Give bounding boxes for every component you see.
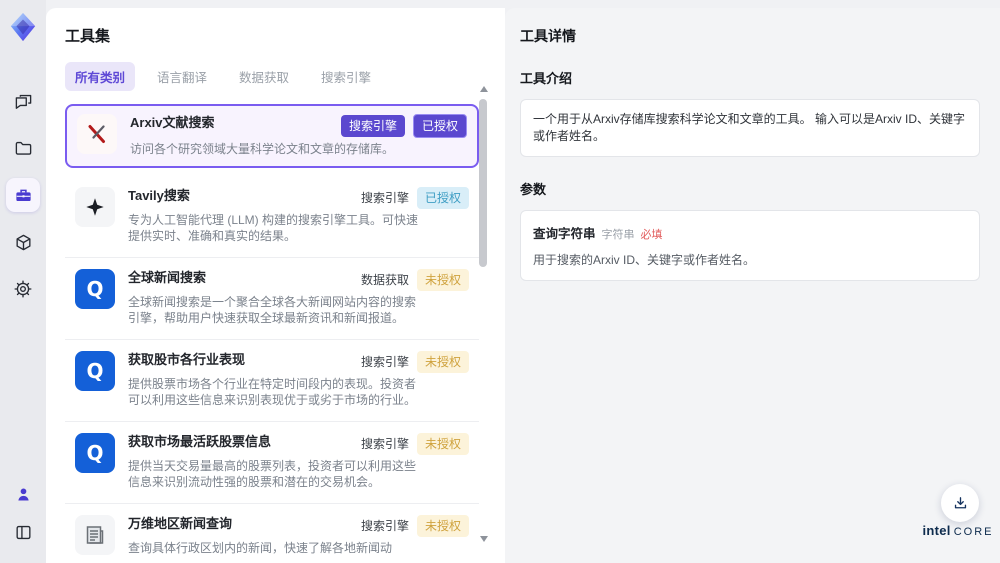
news-logo-icon: Q — [75, 268, 115, 309]
tool-name: 万维地区新闻查询 — [128, 515, 233, 531]
tool-name: Tavily搜索 — [128, 187, 190, 203]
param-required-badge: 必填 — [640, 228, 663, 241]
auth-status-badge: 未授权 — [416, 350, 469, 373]
category-label: 搜索引擎 — [360, 191, 409, 205]
chat-icon[interactable] — [6, 84, 40, 118]
scroll-down-arrow-icon[interactable] — [480, 536, 488, 542]
tool-description: 提供当天交易量最高的股票列表，投资者可以利用这些信息来识别流动性强的股票和潜在的… — [128, 458, 417, 490]
panel-toggle-icon[interactable] — [6, 515, 40, 549]
news-logo-icon: Q — [75, 432, 115, 473]
tab-all-categories[interactable]: 所有类别 — [65, 62, 136, 91]
news-logo-icon: Q — [75, 350, 115, 391]
tool-description: 提供股票市场各个行业在特定时间段内的表现。投资者可以利用这些信息来识别表现优于或… — [128, 376, 417, 408]
intro-card: 一个用于从Arxiv存储库搜索科学论文和文章的工具。 输入可以是Arxiv ID… — [520, 99, 980, 157]
tab-data-fetch[interactable]: 数据获取 — [229, 62, 299, 91]
intel-core-logo: intel core — [918, 522, 998, 540]
tool-name: 获取市场最活跃股票信息 — [128, 433, 272, 449]
newspaper-icon — [75, 514, 115, 555]
tab-search-engine[interactable]: 搜索引擎 — [311, 62, 381, 91]
tool-description: 查询具体行政区划内的新闻，快速了解各地新闻动 — [128, 540, 393, 555]
app-root: 工具集 所有类别 语言翻译 数据获取 搜索引擎 Arxiv文献搜索 搜索引擎 已… — [0, 0, 1000, 563]
folder-icon[interactable] — [6, 131, 40, 165]
tool-description: 专为人工智能代理 (LLM) 构建的搜索引擎工具。可快速提供实时、准确和真实的结… — [128, 212, 419, 244]
page-title: 工具集 — [65, 28, 111, 45]
category-label: 搜索引擎 — [360, 355, 409, 369]
download-icon — [954, 496, 966, 508]
param-type: 字符串 — [601, 228, 635, 241]
toolbox-icon-active[interactable] — [6, 178, 40, 212]
tool-details-panel: 工具详情 工具介绍 一个用于从Arxiv存储库搜索科学论文和文章的工具。 输入可… — [505, 8, 1000, 563]
auth-status-badge: 已授权 — [416, 186, 469, 209]
auth-status-badge: 未授权 — [416, 432, 469, 455]
category-tabs: 所有类别 语言翻译 数据获取 搜索引擎 — [65, 62, 505, 91]
category-label: 搜索引擎 — [360, 437, 409, 451]
scroll-up-arrow-icon[interactable] — [480, 86, 488, 92]
profile-icon[interactable] — [6, 477, 40, 511]
tool-list: Arxiv文献搜索 搜索引擎 已授权 访问各个研究领域大量科学论文和文章的存储库… — [65, 104, 479, 563]
left-rail — [0, 0, 46, 563]
tab-language-translation[interactable]: 语言翻译 — [147, 62, 217, 91]
sparkle-icon — [75, 186, 115, 227]
app-logo — [6, 10, 40, 44]
settings-gear-icon[interactable] — [6, 272, 40, 306]
tool-description: 访问各个研究领域大量科学论文和文章的存储库。 — [130, 142, 395, 156]
category-label: 搜索引擎 — [360, 519, 409, 533]
tool-name: Arxiv文献搜索 — [130, 115, 215, 130]
package-icon[interactable] — [6, 225, 40, 259]
intro-heading: 工具介绍 — [520, 71, 573, 86]
category-badge: 搜索引擎 — [340, 115, 405, 137]
intel-wordmark: intel — [922, 523, 951, 538]
auth-status-badge: 未授权 — [416, 514, 469, 537]
params-heading: 参数 — [520, 181, 547, 197]
tool-row-sector-performance[interactable]: Q 获取股市各行业表现 搜索引擎 未授权 提供股票市场各个行业在特定时间段内的表… — [65, 339, 479, 422]
tool-name: 获取股市各行业表现 — [128, 351, 246, 367]
download-button[interactable] — [941, 484, 979, 522]
tool-row-arxiv[interactable]: Arxiv文献搜索 搜索引擎 已授权 访问各个研究领域大量科学论文和文章的存储库… — [65, 104, 479, 168]
tool-row-most-active-stocks[interactable]: Q 获取市场最活跃股票信息 搜索引擎 未授权 提供当天交易量最高的股票列表，投资… — [65, 421, 479, 504]
param-name: 查询字符串 — [533, 226, 596, 241]
list-scrollbar[interactable] — [479, 86, 488, 542]
tool-row-global-news[interactable]: Q 全球新闻搜索 数据获取 未授权 全球新闻搜索是一个聚合全球各大新闻网站内容的… — [65, 257, 479, 340]
auth-status-badge: 未授权 — [416, 268, 469, 291]
tool-row-regional-news[interactable]: 万维地区新闻查询 搜索引擎 未授权 查询具体行政区划内的新闻，快速了解各地新闻动 — [65, 503, 479, 563]
auth-status-badge: 已授权 — [412, 114, 467, 138]
tool-row-tavily[interactable]: Tavily搜索 搜索引擎 已授权 专为人工智能代理 (LLM) 构建的搜索引擎… — [65, 175, 479, 258]
param-description: 用于搜索的Arxiv ID、关键字或作者姓名。 — [533, 252, 756, 267]
toolset-panel: 工具集 所有类别 语言翻译 数据获取 搜索引擎 Arxiv文献搜索 搜索引擎 已… — [46, 8, 505, 563]
param-card: 查询字符串 字符串 必填 用于搜索的Arxiv ID、关键字或作者姓名。 — [520, 209, 980, 281]
arxiv-logo-icon — [77, 114, 117, 154]
category-label: 数据获取 — [360, 273, 409, 287]
tool-name: 全球新闻搜索 — [128, 269, 207, 285]
details-title: 工具详情 — [520, 28, 576, 44]
scrollbar-thumb[interactable] — [479, 99, 487, 267]
tool-description: 全球新闻搜索是一个聚合全球各大新闻网站内容的搜索引擎，帮助用户快速获取全球最新资… — [128, 294, 417, 326]
core-wordmark: core — [953, 526, 994, 538]
